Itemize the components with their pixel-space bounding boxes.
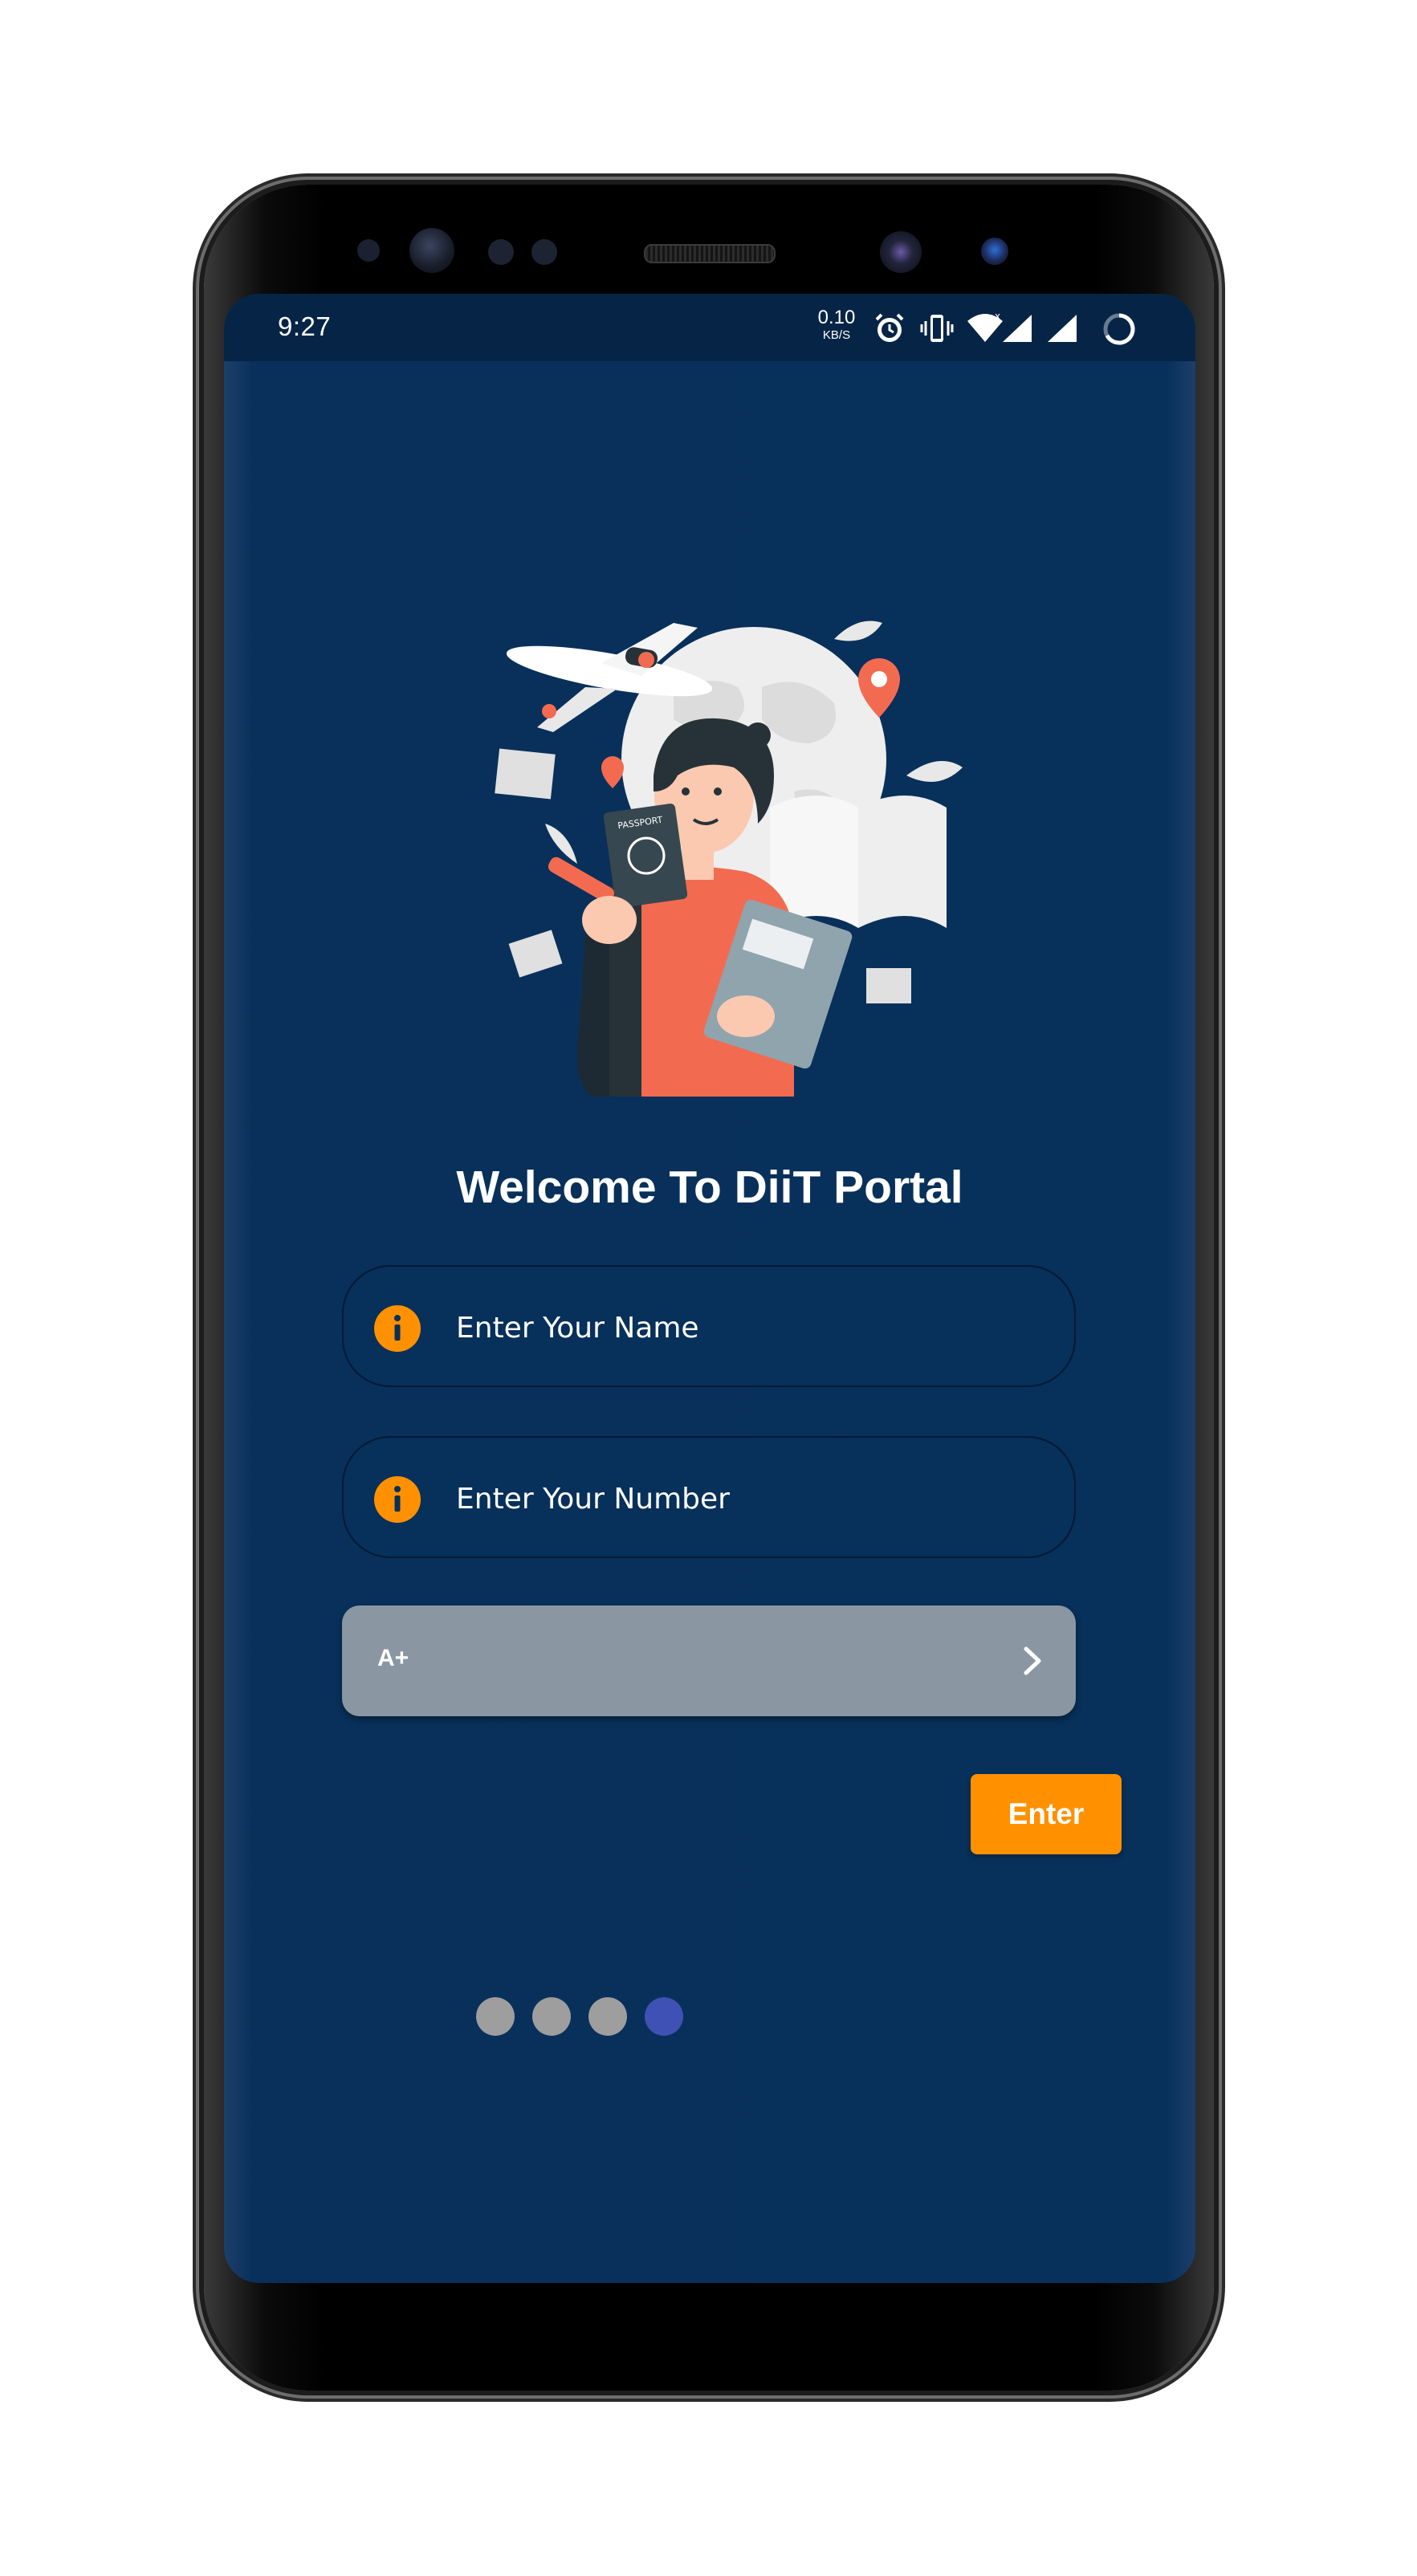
volume-up-button [196,588,204,872]
page-dot[interactable] [532,1997,571,2036]
page-title: Welcome To DiiT Portal [456,1162,963,1213]
alarm-icon [875,313,904,342]
front-camera [409,228,454,273]
sensor-dot [531,239,557,265]
student-travel-illustration: PASSPORT [495,621,963,1097]
iris-camera [880,231,922,273]
volume-down-button [196,987,204,1125]
number-input[interactable] [454,1473,1020,1524]
wifi-icon: x [967,311,1003,342]
chevron-right-icon [1024,1646,1041,1675]
info-icon [374,1305,421,1352]
signal-icon [1048,315,1077,342]
enter-button[interactable]: Enter [971,1774,1122,1854]
vibrate-icon [920,315,954,342]
page-dot[interactable] [476,1997,515,2036]
network-speed-value: 0.10 [817,307,856,328]
iris-sensor [981,238,1008,265]
device-mockup-page: 9:27 0.10 KB/S x PASSPORT Welcome To Dii… [0,0,1417,2576]
number-field[interactable] [342,1436,1076,1558]
page-dot[interactable] [588,1997,627,2036]
sensor-dot [357,239,380,262]
network-speed: 0.10 KB/S [808,307,865,342]
signal-icon [1003,315,1032,342]
info-icon [374,1476,421,1523]
page-dot-active[interactable] [645,1997,683,2036]
earpiece-speaker [644,244,776,263]
status-time: 9:27 [278,311,332,341]
network-speed-unit: KB/S [822,328,851,342]
blood-group-value: A+ [377,1645,409,1671]
app-screen: 9:27 0.10 KB/S x PASSPORT Welcome To Dii… [224,294,1195,2283]
battery-icon [1103,313,1135,345]
name-input[interactable] [454,1302,1020,1353]
sensor-dot [488,239,514,265]
status-bar: 9:27 0.10 KB/S x [224,294,1195,361]
power-button [1214,875,1222,1007]
name-field[interactable] [342,1265,1076,1387]
blood-group-select[interactable]: A+ [342,1605,1076,1716]
